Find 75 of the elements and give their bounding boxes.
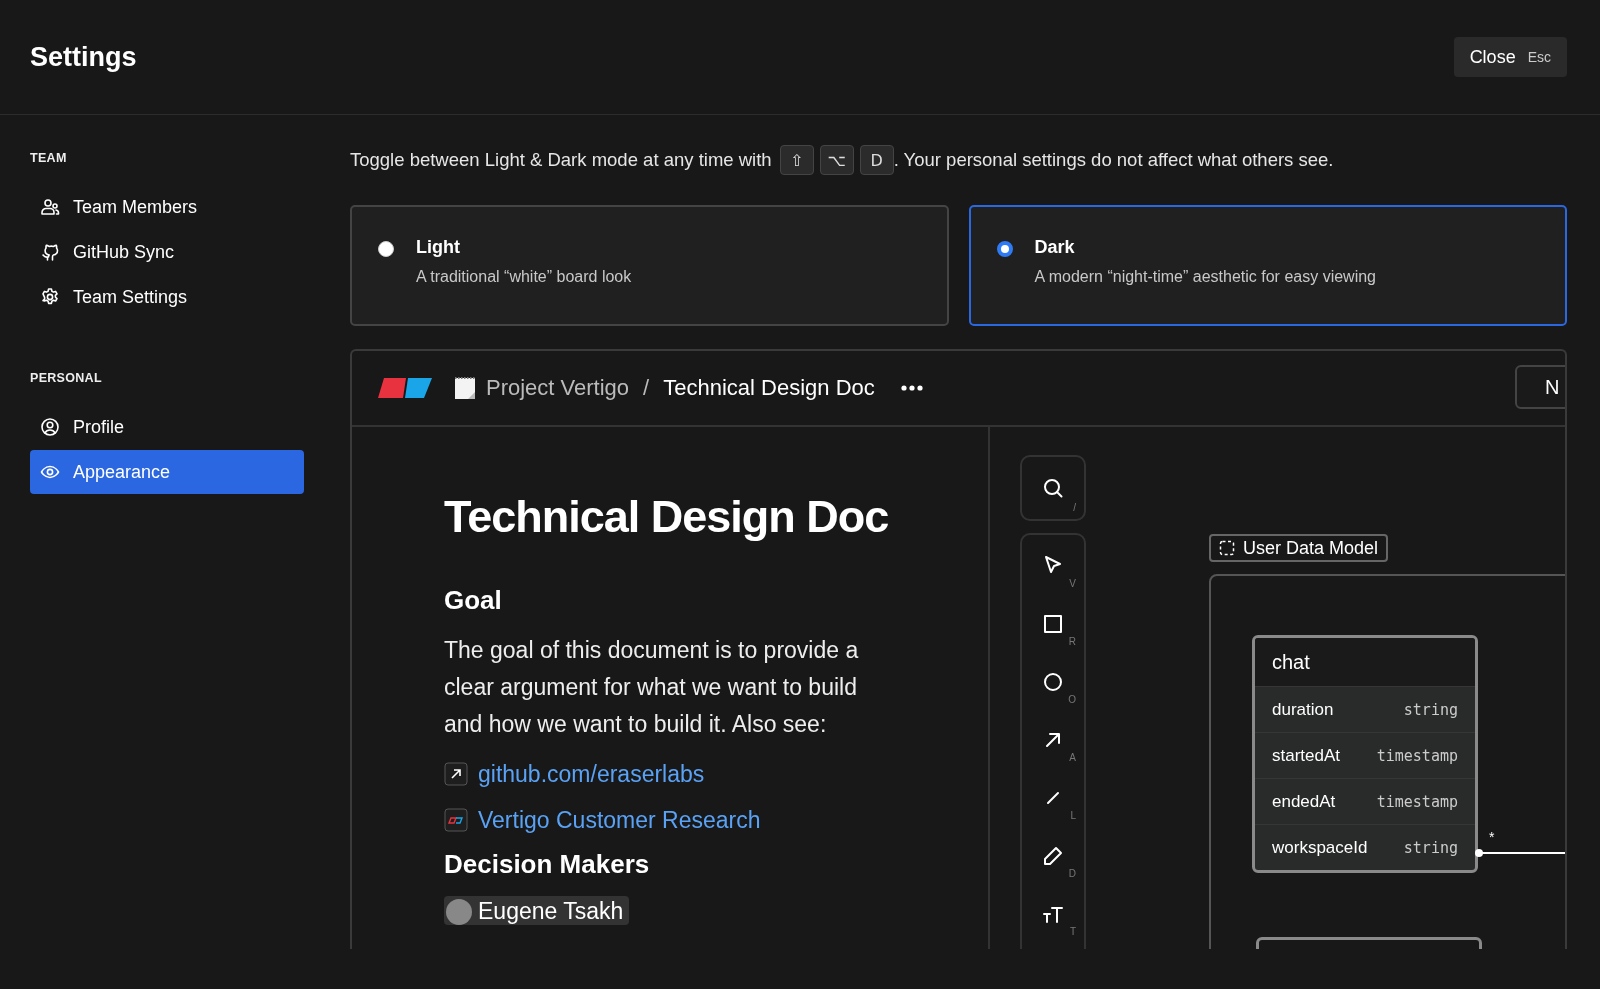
breadcrumb-link[interactable]: Project Vertigo [486, 375, 630, 401]
notepad-icon [454, 376, 476, 400]
tool-button[interactable]: D [1022, 827, 1084, 885]
document-title: Technical Design Doc [444, 491, 890, 543]
hint-text: Toggle between Light & Dark mode at any time with [350, 149, 772, 171]
option-description: A modern “night-time” aesthetic for easy viewing [1034, 268, 1376, 286]
sidebar-item[interactable]: Appearance [30, 450, 304, 494]
external-link-icon [444, 762, 468, 786]
field-type: string [1403, 838, 1458, 857]
link[interactable]: Vertigo Customer Research [478, 806, 761, 834]
person-chip[interactable]: Eugene Tsakh [444, 896, 630, 925]
entity-name: chat [1272, 650, 1310, 674]
tool-button[interactable]: L [1022, 769, 1084, 827]
radio-button[interactable] [378, 241, 394, 257]
tool-button[interactable]: T [1022, 885, 1084, 943]
more-icon[interactable] [900, 385, 923, 391]
sidebar-item[interactable]: Profile [30, 405, 304, 449]
option-label: Light [416, 237, 461, 258]
file-logo-icon [444, 808, 468, 832]
tool-button[interactable]: R [1022, 595, 1084, 653]
header-button[interactable]: N [1515, 365, 1565, 409]
keyboard-key: D [859, 145, 894, 175]
field-name: endedAt [1272, 791, 1336, 812]
field-type: timestamp [1376, 792, 1458, 811]
field-type: string [1403, 700, 1458, 719]
search-icon [1041, 476, 1065, 500]
shortcut-hint: / [1073, 502, 1076, 513]
avatar [446, 898, 472, 925]
section-heading: PERSONAL [30, 371, 103, 385]
shortcut-hint: O [1068, 694, 1076, 705]
close-button[interactable]: Close Esc [1453, 37, 1567, 77]
theme-option-card[interactable]: Dark A modern “night-time” aesthetic for easy viewing [968, 205, 1567, 326]
user-circle-icon [40, 417, 60, 437]
shortcut-hint: V [1069, 578, 1076, 589]
shortcut-hint: D [1068, 868, 1076, 879]
option-label: Dark [1034, 237, 1076, 258]
field-name: duration [1272, 699, 1334, 720]
group-label[interactable]: User Data Model [1209, 534, 1389, 562]
option-description: A traditional “white” board look [416, 268, 632, 286]
section-heading: Decision Makers [444, 849, 651, 880]
link[interactable]: github.com/eraserlabs [478, 760, 705, 788]
shortcut-hint: T [1069, 926, 1076, 937]
theme-option-card[interactable]: Light A traditional “white” board look [350, 205, 949, 326]
tool-button[interactable]: A [1022, 711, 1084, 769]
paragraph: The goal of this document is to provide a clear argument for what we want to build and how we want to build it. Also see: [444, 636, 860, 739]
sidebar-item[interactable]: GitHub Sync [30, 230, 304, 274]
field-type: timestamp [1376, 746, 1458, 765]
circle-icon [1041, 670, 1065, 694]
pencil-icon [1041, 844, 1065, 868]
breadcrumb-separator: / [643, 375, 650, 401]
shortcut-hint: L [1070, 810, 1076, 821]
relation-label: * [1489, 829, 1495, 845]
keyboard-key: ⇧ [779, 145, 814, 175]
radio-button[interactable] [996, 241, 1013, 257]
github-icon [40, 242, 60, 262]
field-name: workspaceId [1272, 837, 1368, 858]
field-name: startedAt [1272, 745, 1341, 766]
section-heading: Goal [444, 585, 503, 616]
people-icon [40, 197, 60, 217]
shortcut-hint: R [1068, 636, 1076, 647]
sidebar-item[interactable]: Team Settings [30, 275, 304, 319]
square-icon [1041, 612, 1065, 636]
tool-button[interactable]: V [1022, 537, 1084, 595]
logo-icon [378, 378, 432, 398]
section-heading: TEAM [30, 151, 68, 165]
hint-text: . Your personal settings do not affect what others see. [893, 149, 1334, 171]
tool-button[interactable]: O [1022, 653, 1084, 711]
shortcut-hint: A [1069, 752, 1076, 763]
dashed-square-icon [1219, 540, 1235, 556]
tool-button[interactable]: / [1022, 457, 1084, 519]
keyboard-key: ⌥ [819, 145, 854, 175]
sidebar-item[interactable]: Team Members [30, 185, 304, 229]
settings-icon [40, 287, 60, 307]
breadcrumb-current: Technical Design Doc [663, 375, 875, 401]
page-title: Settings [30, 41, 137, 73]
